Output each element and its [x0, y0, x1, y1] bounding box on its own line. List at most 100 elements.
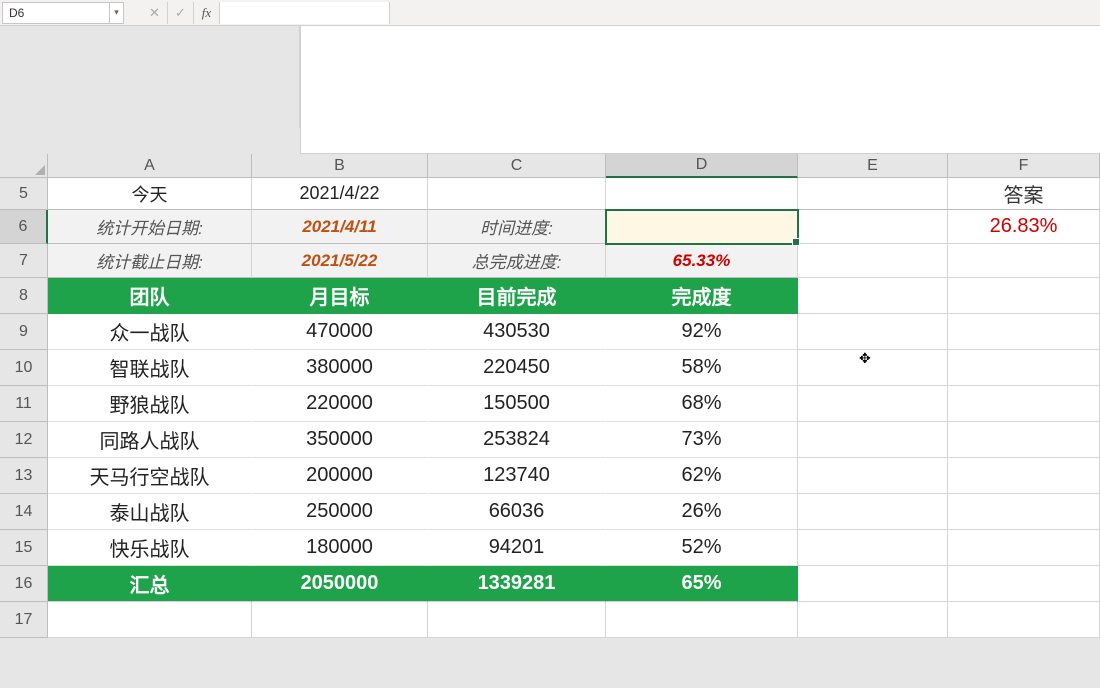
cell-C9[interactable]: 430530 [428, 314, 606, 350]
cell-F8[interactable] [948, 278, 1100, 314]
cell-A6[interactable]: 统计开始日期: [48, 210, 252, 244]
row-header-16[interactable]: 16 [0, 566, 48, 602]
cell-A10[interactable]: 智联战队 [48, 350, 252, 386]
cell-D5[interactable] [606, 178, 798, 210]
cell-B10[interactable]: 380000 [252, 350, 428, 386]
cell-B17[interactable] [252, 602, 428, 638]
cell-E12[interactable] [798, 422, 948, 458]
formula-expanded-area[interactable] [300, 26, 1100, 154]
cell-B15[interactable]: 180000 [252, 530, 428, 566]
cell-E10[interactable] [798, 350, 948, 386]
cell-D9[interactable]: 92% [606, 314, 798, 350]
cell-E13[interactable] [798, 458, 948, 494]
cell-C5[interactable] [428, 178, 606, 210]
cell-F14[interactable] [948, 494, 1100, 530]
cell-F5[interactable]: 答案 [948, 178, 1100, 210]
cell-B16[interactable]: 2050000 [252, 566, 428, 602]
name-box-dropdown[interactable]: ▾ [110, 2, 124, 24]
cell-A13[interactable]: 天马行空战队 [48, 458, 252, 494]
cell-D17[interactable] [606, 602, 798, 638]
row-header-12[interactable]: 12 [0, 422, 48, 458]
cell-B11[interactable]: 220000 [252, 386, 428, 422]
name-box[interactable]: D6 [2, 2, 110, 24]
cell-F7[interactable] [948, 244, 1100, 278]
cell-E5[interactable] [798, 178, 948, 210]
cell-D13[interactable]: 62% [606, 458, 798, 494]
cell-E11[interactable] [798, 386, 948, 422]
cell-A14[interactable]: 泰山战队 [48, 494, 252, 530]
cell-A8[interactable]: 团队 [48, 278, 252, 314]
cell-F17[interactable] [948, 602, 1100, 638]
row-header-10[interactable]: 10 [0, 350, 48, 386]
cell-F15[interactable] [948, 530, 1100, 566]
cell-B12[interactable]: 350000 [252, 422, 428, 458]
formula-input[interactable] [220, 2, 390, 24]
cell-D8[interactable]: 完成度 [606, 278, 798, 314]
cell-B7[interactable]: 2021/5/22 [252, 244, 428, 278]
cell-F9[interactable] [948, 314, 1100, 350]
fx-icon[interactable]: fx [194, 2, 220, 24]
row-header-13[interactable]: 13 [0, 458, 48, 494]
row-header-8[interactable]: 8 [0, 278, 48, 314]
cell-A16[interactable]: 汇总 [48, 566, 252, 602]
cell-E8[interactable] [798, 278, 948, 314]
cell-C7[interactable]: 总完成进度: [428, 244, 606, 278]
row-header-15[interactable]: 15 [0, 530, 48, 566]
cell-F16[interactable] [948, 566, 1100, 602]
cell-F10[interactable] [948, 350, 1100, 386]
cell-D12[interactable]: 73% [606, 422, 798, 458]
cell-E17[interactable] [798, 602, 948, 638]
col-header-B[interactable]: B [252, 154, 428, 178]
row-header-9[interactable]: 9 [0, 314, 48, 350]
cell-D7[interactable]: 65.33% [606, 244, 798, 278]
col-header-F[interactable]: F [948, 154, 1100, 178]
cell-E9[interactable] [798, 314, 948, 350]
cell-F13[interactable] [948, 458, 1100, 494]
cell-A11[interactable]: 野狼战队 [48, 386, 252, 422]
cell-A12[interactable]: 同路人战队 [48, 422, 252, 458]
cell-C14[interactable]: 66036 [428, 494, 606, 530]
cell-C6[interactable]: 时间进度: [428, 210, 606, 244]
cell-C16[interactable]: 1339281 [428, 566, 606, 602]
row-header-14[interactable]: 14 [0, 494, 48, 530]
cell-E16[interactable] [798, 566, 948, 602]
cell-E6[interactable] [798, 210, 948, 244]
cell-A5[interactable]: 今天 [48, 178, 252, 210]
cell-A17[interactable] [48, 602, 252, 638]
cell-B5[interactable]: 2021/4/22 [252, 178, 428, 210]
cell-F11[interactable] [948, 386, 1100, 422]
row-header-5[interactable]: 5 [0, 178, 48, 210]
cell-A7[interactable]: 统计截止日期: [48, 244, 252, 278]
row-header-17[interactable]: 17 [0, 602, 48, 638]
cell-F6[interactable]: 26.83% [948, 210, 1100, 244]
cell-B13[interactable]: 200000 [252, 458, 428, 494]
cell-B6[interactable]: 2021/4/11 [252, 210, 428, 244]
cell-C15[interactable]: 94201 [428, 530, 606, 566]
cell-B8[interactable]: 月目标 [252, 278, 428, 314]
cell-C11[interactable]: 150500 [428, 386, 606, 422]
cell-E14[interactable] [798, 494, 948, 530]
cell-E7[interactable] [798, 244, 948, 278]
row-header-7[interactable]: 7 [0, 244, 48, 278]
row-header-6[interactable]: 6 [0, 210, 48, 244]
cell-B14[interactable]: 250000 [252, 494, 428, 530]
col-header-C[interactable]: C [428, 154, 606, 178]
cell-A15[interactable]: 快乐战队 [48, 530, 252, 566]
cell-D6[interactable] [606, 210, 798, 244]
cell-C17[interactable] [428, 602, 606, 638]
col-header-E[interactable]: E [798, 154, 948, 178]
cell-D10[interactable]: 58% [606, 350, 798, 386]
row-header-11[interactable]: 11 [0, 386, 48, 422]
cell-D15[interactable]: 52% [606, 530, 798, 566]
cell-C10[interactable]: 220450 [428, 350, 606, 386]
cell-E15[interactable] [798, 530, 948, 566]
cell-C12[interactable]: 253824 [428, 422, 606, 458]
cell-F12[interactable] [948, 422, 1100, 458]
select-all-corner[interactable] [0, 154, 48, 178]
cell-D16[interactable]: 65% [606, 566, 798, 602]
col-header-A[interactable]: A [48, 154, 252, 178]
cell-C13[interactable]: 123740 [428, 458, 606, 494]
col-header-D[interactable]: D [606, 154, 798, 178]
cell-A9[interactable]: 众一战队 [48, 314, 252, 350]
cell-C8[interactable]: 目前完成 [428, 278, 606, 314]
